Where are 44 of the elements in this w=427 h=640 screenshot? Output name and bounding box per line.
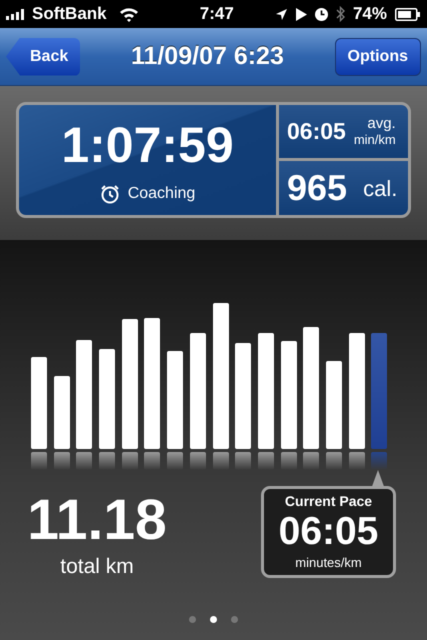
wifi-icon <box>118 6 139 22</box>
bluetooth-icon <box>336 6 345 22</box>
calories-unit: cal. <box>363 174 398 202</box>
battery-percent: 74% <box>352 3 387 26</box>
alarm-clock-icon <box>100 184 120 204</box>
distance-value: 11.18 <box>27 492 167 549</box>
page-dot[interactable] <box>210 616 217 623</box>
carrier-name: SoftBank <box>32 3 107 26</box>
distance-label: total km <box>60 554 134 580</box>
coaching-label: Coaching <box>128 184 196 204</box>
page-dot[interactable] <box>231 616 238 623</box>
bar-reflection <box>167 452 184 470</box>
calories-value: 965 <box>287 166 348 210</box>
bar-reflection <box>31 452 47 470</box>
current-pace-unit: minutes/km <box>295 554 362 572</box>
bar-reflection <box>371 452 388 470</box>
bar-reflection <box>280 452 297 470</box>
bar-reflection <box>190 452 206 470</box>
pace-unit: min/km <box>354 132 396 148</box>
play-icon <box>296 8 307 20</box>
bar-reflection <box>258 452 274 470</box>
bar-reflection <box>303 452 320 470</box>
bar-reflection <box>122 452 138 470</box>
duration-value: 1:07:59 <box>61 120 234 170</box>
bar-reflection <box>76 452 92 470</box>
screen-title: 11/09/07 6:23 <box>130 40 284 72</box>
battery-icon <box>395 8 421 20</box>
bar-reflection <box>212 452 228 470</box>
status-time: 7:47 <box>198 3 235 26</box>
bar-reflection <box>235 452 252 470</box>
current-pace-title: Current Pace <box>284 492 372 512</box>
bar-reflection <box>99 452 116 470</box>
location-icon <box>274 8 288 20</box>
bar-reflection <box>144 452 160 470</box>
average-label: avg. <box>367 115 396 133</box>
average-pace-value: 06:05 <box>287 117 346 146</box>
options-button[interactable]: Options <box>334 38 421 76</box>
bar-reflection <box>348 452 365 470</box>
bar-reflection <box>54 452 70 470</box>
back-button[interactable]: Back <box>6 38 80 76</box>
bar-reflection <box>326 452 342 470</box>
current-pace-value: 06:05 <box>278 512 378 554</box>
page-dot[interactable] <box>189 616 196 623</box>
clock-icon <box>314 8 328 20</box>
